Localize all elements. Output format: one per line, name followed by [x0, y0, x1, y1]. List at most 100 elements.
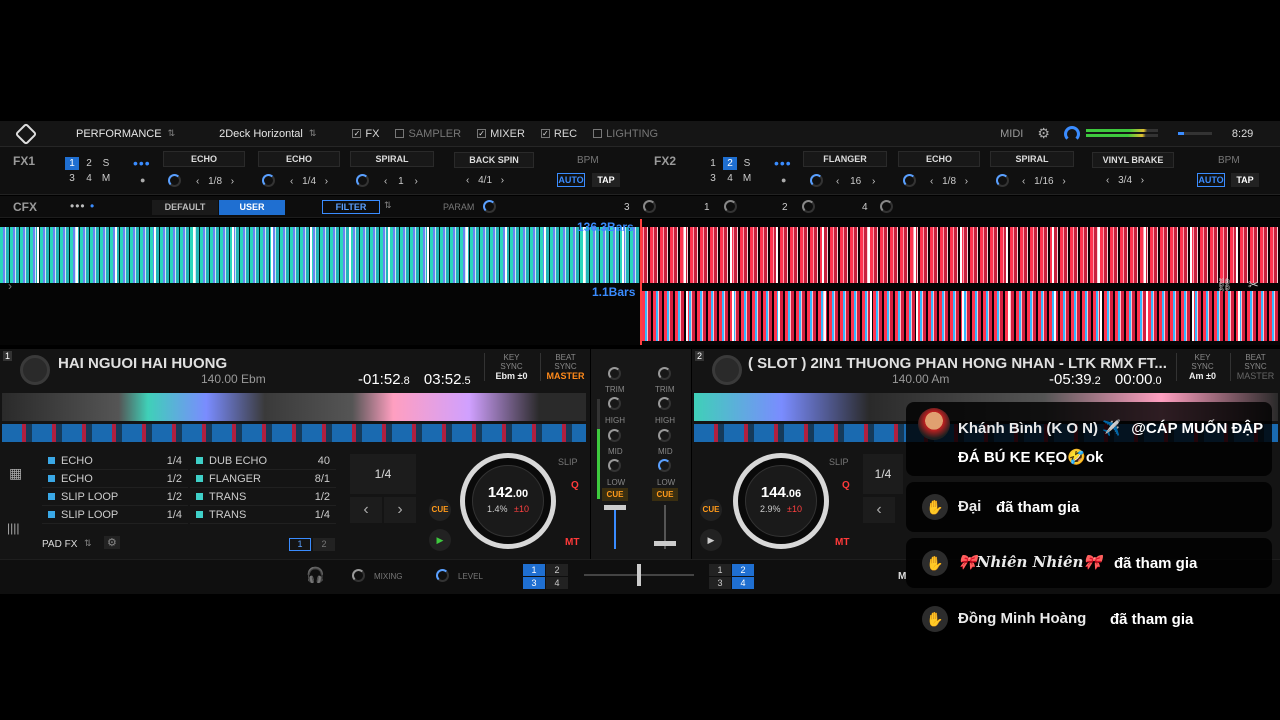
deck1-jog-wheel[interactable]: 142.00 1.4% ±10 [460, 453, 556, 549]
fx1-tap-button[interactable]: TAP [592, 173, 620, 187]
fx2-assign-3[interactable]: 3 [706, 172, 720, 185]
deck1-key-sync[interactable]: KEY SYNC Ebm ±0 [484, 353, 538, 381]
fx1-beatfx-value[interactable]: ‹ 4/1 › [466, 175, 504, 186]
fx1-auto-button[interactable]: AUTO [557, 173, 585, 187]
waveform-view-icon[interactable]: |||| [7, 521, 19, 535]
fx1-slot2-knob[interactable] [262, 174, 275, 187]
fx1-slot2-value[interactable]: ‹ 1/4 › [290, 176, 328, 187]
fx2-slot3-select[interactable]: SPIRAL [990, 151, 1074, 167]
cfx-knob-4[interactable] [880, 200, 893, 213]
fx2-assign-4[interactable]: 4 [723, 172, 737, 185]
ch1-fader-handle[interactable] [604, 505, 626, 510]
ch2-trim-knob[interactable] [658, 367, 671, 380]
fx-toggle[interactable]: ✓ FX [352, 128, 379, 140]
mixer-toggle[interactable]: ✓ MIXER [477, 128, 525, 140]
pad-page-2[interactable]: 2 [313, 538, 335, 551]
fx1-assign-1[interactable]: 1 [65, 157, 79, 170]
deck2-play-button[interactable]: ▶ [700, 529, 722, 551]
fx1-slot1-knob[interactable] [168, 174, 181, 187]
grid-icon[interactable]: ▦ [9, 465, 22, 482]
fx1-assign-s[interactable]: S [99, 157, 113, 170]
fx1-slot1-select[interactable]: ECHO [163, 151, 245, 167]
deck2-jog-wheel[interactable]: 144.06 2.9% ±10 [733, 453, 829, 549]
deck2-cue-button[interactable]: CUE [700, 499, 722, 521]
fx1-assign-2[interactable]: 2 [82, 157, 96, 170]
deck2-beat-sync[interactable]: BEAT SYNC MASTER [1230, 353, 1280, 381]
fx1-beatfx-select[interactable]: BACK SPIN [454, 152, 534, 168]
rec-toggle[interactable]: ✓ REC [540, 128, 577, 140]
pad-page-1[interactable]: 1 [289, 538, 311, 551]
deck2-slip-button[interactable]: SLIP [829, 457, 849, 467]
gear-icon[interactable]: ⚙ [104, 536, 120, 549]
deck1-quantize-button[interactable]: Q [571, 480, 579, 491]
fx2-assign-m[interactable]: M [740, 172, 754, 185]
mixing-knob[interactable] [352, 569, 365, 582]
fx2-slot1-value[interactable]: ‹ 16 › [836, 176, 875, 187]
xf-right-2[interactable]: 2 [732, 564, 754, 576]
lighting-toggle[interactable]: LIGHTING [593, 128, 658, 140]
mode-select[interactable]: PERFORMANCE [76, 128, 162, 140]
pad-fx-slot[interactable]: DUB ECHO 40 [190, 452, 336, 470]
ch2-high-knob[interactable] [658, 397, 671, 410]
fx1-assign-4[interactable]: 4 [82, 172, 96, 185]
fx2-assign-s[interactable]: S [740, 157, 754, 170]
pad-fx-slot[interactable]: TRANS 1/2 [190, 488, 336, 506]
fx2-assign-1[interactable]: 1 [706, 157, 720, 170]
scissors-icon[interactable]: ✂ [1248, 277, 1259, 293]
ch1-trim-knob[interactable] [608, 367, 621, 380]
deck1-loop-double[interactable]: › [384, 497, 416, 523]
fx2-auto-button[interactable]: AUTO [1197, 173, 1225, 187]
fx2-slot3-value[interactable]: ‹ 1/16 › [1022, 176, 1066, 187]
ch1-low-knob[interactable] [608, 459, 621, 472]
fx2-slot2-select[interactable]: ECHO [898, 151, 980, 167]
deck1-overview-waveform[interactable] [2, 393, 586, 421]
deck1-loop-half[interactable]: ‹ [350, 497, 382, 523]
headphone-icon[interactable]: 🎧 [306, 566, 325, 584]
midi-button[interactable]: MIDI [1000, 128, 1023, 140]
layout-select[interactable]: 2Deck Horizontal [219, 128, 303, 140]
ch2-cue-button[interactable]: CUE [652, 488, 678, 501]
logo-icon[interactable] [14, 122, 38, 145]
cfx-more-icon[interactable]: ••• • [70, 199, 95, 213]
deck2-loop-length[interactable]: 1/4 [863, 454, 903, 494]
ch1-cue-button[interactable]: CUE [602, 488, 628, 501]
ch2-mid-knob[interactable] [658, 429, 671, 442]
deck1-loop-length[interactable]: 1/4 [350, 454, 416, 494]
fx2-assign-2[interactable]: 2 [723, 157, 737, 170]
chevron-right-icon[interactable]: › [8, 279, 12, 293]
pad-fx-label[interactable]: PAD FX [42, 539, 77, 550]
fx1-slot3-select[interactable]: SPIRAL [350, 151, 434, 167]
pad-fx-slot[interactable]: SLIP LOOP 1/2 [42, 488, 188, 506]
deck1-mt-button[interactable]: MT [565, 537, 579, 548]
ch1-mid-knob[interactable] [608, 429, 621, 442]
cfx-param-knob[interactable] [483, 200, 496, 213]
deck2-quantize-button[interactable]: Q [842, 480, 850, 491]
deck1-hotcue-strip[interactable] [2, 424, 586, 442]
deck2-loop-half[interactable]: ‹ [863, 497, 895, 523]
cfx-knob-1[interactable] [724, 200, 737, 213]
pad-fx-slot[interactable]: ECHO 1/4 [42, 452, 188, 470]
cfx-knob-3[interactable] [643, 200, 656, 213]
waveform-area[interactable]: 136.3Bars 1.1Bars › ⛓ ✂ [0, 219, 1280, 345]
fx2-more-icon[interactable]: ••• [774, 155, 792, 171]
fx1-more-icon[interactable]: ••• [133, 155, 151, 171]
fx1-slot2-select[interactable]: ECHO [258, 151, 340, 167]
fx2-beatfx-value[interactable]: ‹ 3/4 › [1106, 175, 1144, 186]
fx2-beatfx-select[interactable]: VINYL BRAKE [1092, 152, 1174, 168]
crossfader-handle[interactable] [637, 564, 641, 586]
fx2-slot1-select[interactable]: FLANGER [803, 151, 887, 167]
deck1-slip-button[interactable]: SLIP [558, 457, 578, 467]
gear-icon[interactable]: ⚙ [1037, 125, 1050, 142]
cfx-default-button[interactable]: DEFAULT [152, 200, 218, 215]
pad-fx-slot[interactable]: TRANS 1/4 [190, 506, 336, 524]
xf-left-4[interactable]: 4 [546, 577, 568, 589]
fx2-tap-button[interactable]: TAP [1231, 173, 1259, 187]
fx2-slot1-knob[interactable] [810, 174, 823, 187]
xf-right-1[interactable]: 1 [709, 564, 731, 576]
pad-fx-slot[interactable]: FLANGER 8/1 [190, 470, 336, 488]
link-icon[interactable]: ⛓ [1216, 277, 1233, 293]
level-knob[interactable] [436, 569, 449, 582]
cfx-user-button[interactable]: USER [219, 200, 285, 215]
fx2-slot2-value[interactable]: ‹ 1/8 › [930, 176, 968, 187]
cfx-knob-2[interactable] [802, 200, 815, 213]
